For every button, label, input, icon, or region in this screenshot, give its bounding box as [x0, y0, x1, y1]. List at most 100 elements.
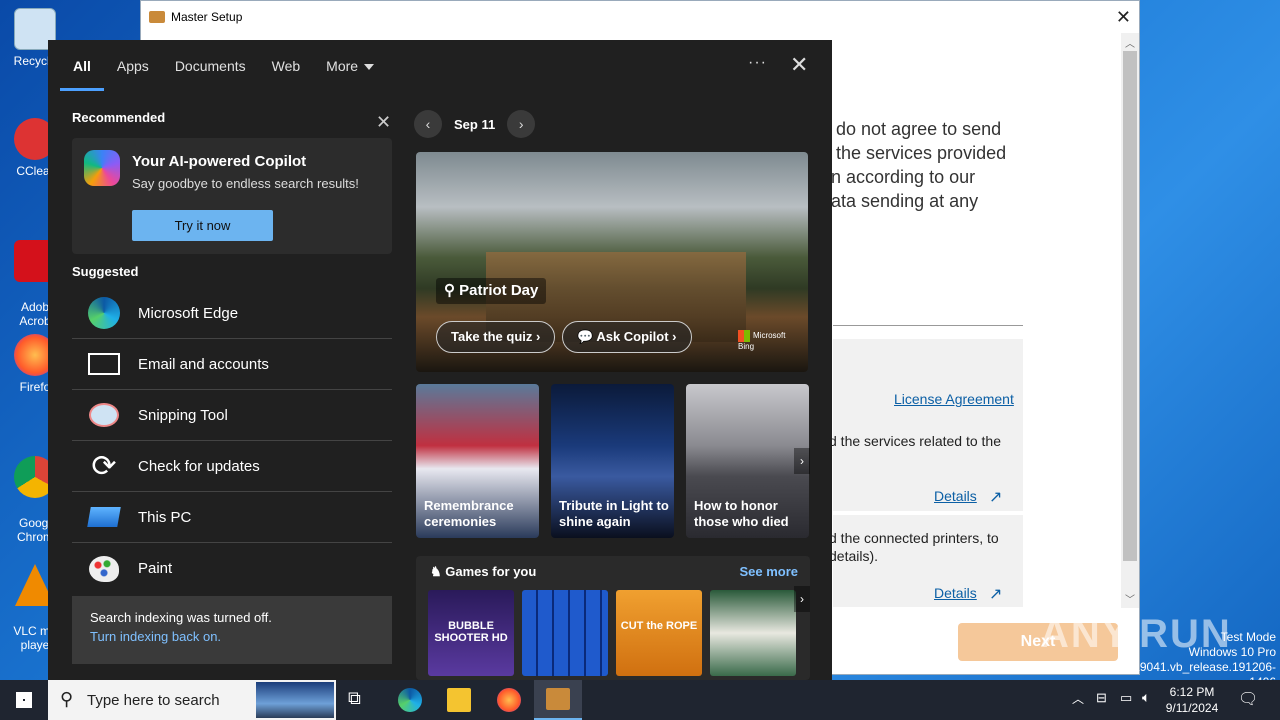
search-icon: ⚲	[60, 689, 74, 709]
volume-icon[interactable]: 🔈︎	[1142, 689, 1150, 706]
search-placeholder: Type here to search	[87, 692, 220, 709]
suggested-item-label: Microsoft Edge	[138, 304, 239, 322]
suggested-item-label: Email and accounts	[138, 355, 269, 373]
search-tabs: All Apps Documents Web More	[60, 40, 387, 92]
tab-all[interactable]: All	[60, 40, 104, 92]
setup-scrollbar[interactable]: ︿ ﹀	[1121, 33, 1139, 608]
notifications-icon[interactable]: 🗨︎	[1238, 689, 1258, 709]
location-pin-icon: ⚲	[444, 282, 460, 299]
task-view-icon[interactable]: ⧉	[348, 688, 372, 712]
ask-copilot-label: Ask Copilot	[596, 329, 669, 344]
paint-palette-icon	[86, 551, 122, 587]
game-tile-cut-the-rope[interactable]: CUT the ROPE	[616, 590, 702, 676]
suggested-item-this-pc[interactable]: This PC	[72, 492, 392, 543]
games-section: ♞ Games for you See more BUBBLE SHOOTER …	[416, 556, 810, 680]
hero-tag: ⚲ Patriot Day	[436, 278, 547, 304]
setup-app-icon	[546, 688, 570, 710]
setup-titlebar: Master Setup	[141, 1, 1139, 33]
try-it-now-button[interactable]: Try it now	[132, 210, 273, 241]
suggested-item-email[interactable]: Email and accounts	[72, 339, 392, 390]
more-options-icon[interactable]: ···	[748, 54, 767, 72]
suggested-list: Microsoft Edge Email and accounts Snippi…	[72, 288, 392, 594]
copilot-card: Your AI-powered Copilot Say goodbye to e…	[72, 138, 392, 254]
game-tile-label: BUBBLE SHOOTER HD	[434, 620, 508, 644]
setup-close-button[interactable]: ✕	[1116, 7, 1131, 28]
news-tile-caption: Tribute in Light to shine again	[559, 498, 669, 529]
setup-body-text: u do not agree to send e the services pr…	[821, 119, 1007, 211]
news-tile[interactable]: How to honor those who died	[686, 384, 809, 538]
tab-more-label: More	[326, 58, 359, 74]
watermark-line1: Test Mode	[1220, 630, 1276, 644]
tab-documents[interactable]: Documents	[162, 40, 259, 92]
see-more-link[interactable]: See more	[739, 564, 798, 579]
file-explorer-icon[interactable]	[447, 688, 471, 712]
firefox-taskbar-icon[interactable]	[497, 688, 521, 712]
setup-panel-1	[833, 339, 1023, 511]
recommended-title: Recommended	[72, 110, 166, 125]
date-navigation: ‹ Sep 11 ›	[414, 110, 536, 138]
mail-icon	[86, 346, 122, 382]
bing-logo: Microsoft Bing	[738, 330, 785, 351]
indexing-notice: Search indexing was turned off. Turn ind…	[72, 596, 392, 664]
ask-copilot-button[interactable]: 💬 Ask Copilot ›	[562, 321, 692, 353]
suggested-title: Suggested	[72, 264, 139, 279]
display-icon[interactable]: ▭	[1120, 690, 1132, 706]
news-tile-caption: Remembrance ceremonies	[424, 498, 514, 529]
setup-title: Master Setup	[171, 10, 243, 24]
taskbar: ⚲ Type here to search ⧉ ︿ ⊟ ▭ 🔈︎ 6:12 PM…	[0, 680, 1280, 720]
news-tile[interactable]: Tribute in Light to shine again	[551, 384, 674, 538]
edge-icon	[86, 295, 122, 331]
left-column: Recommended ✕ Your AI-powered Copilot Sa…	[72, 110, 392, 664]
scroll-down-icon[interactable]: ﹀	[1125, 591, 1135, 606]
next-day-button[interactable]: ›	[507, 110, 536, 138]
suggested-item-edge[interactable]: Microsoft Edge	[72, 288, 392, 339]
recommended-close-icon[interactable]: ✕	[376, 112, 391, 133]
tab-web[interactable]: Web	[259, 40, 314, 92]
suggested-item-paint[interactable]: Paint	[72, 543, 392, 594]
setup-taskbar-button[interactable]	[534, 680, 582, 720]
tray-chevron-up-icon[interactable]: ︿	[1072, 690, 1084, 707]
take-quiz-button[interactable]: Take the quiz ›	[436, 321, 556, 353]
tab-apps[interactable]: Apps	[104, 40, 162, 92]
suggested-item-label: Paint	[138, 560, 173, 577]
microsoft-logo-icon	[738, 330, 750, 342]
external-link-icon[interactable]: ↗	[989, 487, 1002, 507]
license-agreement-link[interactable]: License Agreement	[894, 391, 1014, 407]
taskbar-clock[interactable]: 6:12 PM 9/11/2024	[1162, 684, 1222, 716]
snipping-tool-icon	[86, 397, 122, 433]
flyout-close-button[interactable]: ✕	[790, 52, 808, 78]
suggested-item-snipping[interactable]: Snipping Tool	[72, 390, 392, 441]
details-link-2[interactable]: Details	[934, 585, 977, 601]
details-link-1[interactable]: Details	[934, 488, 977, 504]
games-title: ♞ Games for you	[430, 564, 536, 580]
games-title-label: Games for you	[445, 564, 537, 579]
external-link-icon[interactable]: ↗	[989, 584, 1002, 604]
scroll-up-icon[interactable]: ︿	[1125, 35, 1135, 50]
games-icon: ♞	[430, 564, 446, 579]
setup-panel-2-text: d the connected printers, to details).	[829, 530, 999, 564]
game-tile-mahjong[interactable]	[710, 590, 796, 676]
start-button[interactable]	[0, 680, 48, 720]
date-label: Sep 11	[454, 116, 496, 132]
prev-day-button[interactable]: ‹	[414, 110, 442, 138]
suggested-item-updates[interactable]: ⟳ Check for updates	[72, 441, 392, 492]
clock-date: 9/11/2024	[1165, 701, 1219, 715]
taskbar-search-box[interactable]: ⚲ Type here to search	[48, 680, 336, 720]
game-tile-bubble-shooter[interactable]: BUBBLE SHOOTER HD	[428, 590, 514, 676]
chevron-right-icon[interactable]: ›	[794, 586, 810, 612]
hero-card[interactable]: ⚲ Patriot Day Take the quiz › 💬 Ask Copi…	[416, 152, 808, 372]
edge-taskbar-icon[interactable]	[398, 688, 422, 712]
suggested-item-label: Snipping Tool	[138, 406, 228, 424]
chevron-right-icon[interactable]: ›	[794, 448, 810, 474]
setup-app-icon	[149, 11, 165, 23]
scrollbar-thumb[interactable]	[1123, 51, 1137, 561]
game-tile-label: CUT the ROPE	[620, 620, 698, 632]
computer-icon	[86, 499, 122, 535]
game-tile-blocks[interactable]	[522, 590, 608, 676]
news-tile[interactable]: Remembrance ceremonies	[416, 384, 539, 538]
network-icon[interactable]: ⊟	[1096, 690, 1107, 706]
indexing-text: Search indexing was turned off.	[90, 610, 272, 625]
tab-more[interactable]: More	[313, 40, 387, 92]
turn-indexing-on-link[interactable]: Turn indexing back on.	[90, 629, 374, 644]
caret-down-icon	[364, 64, 375, 71]
